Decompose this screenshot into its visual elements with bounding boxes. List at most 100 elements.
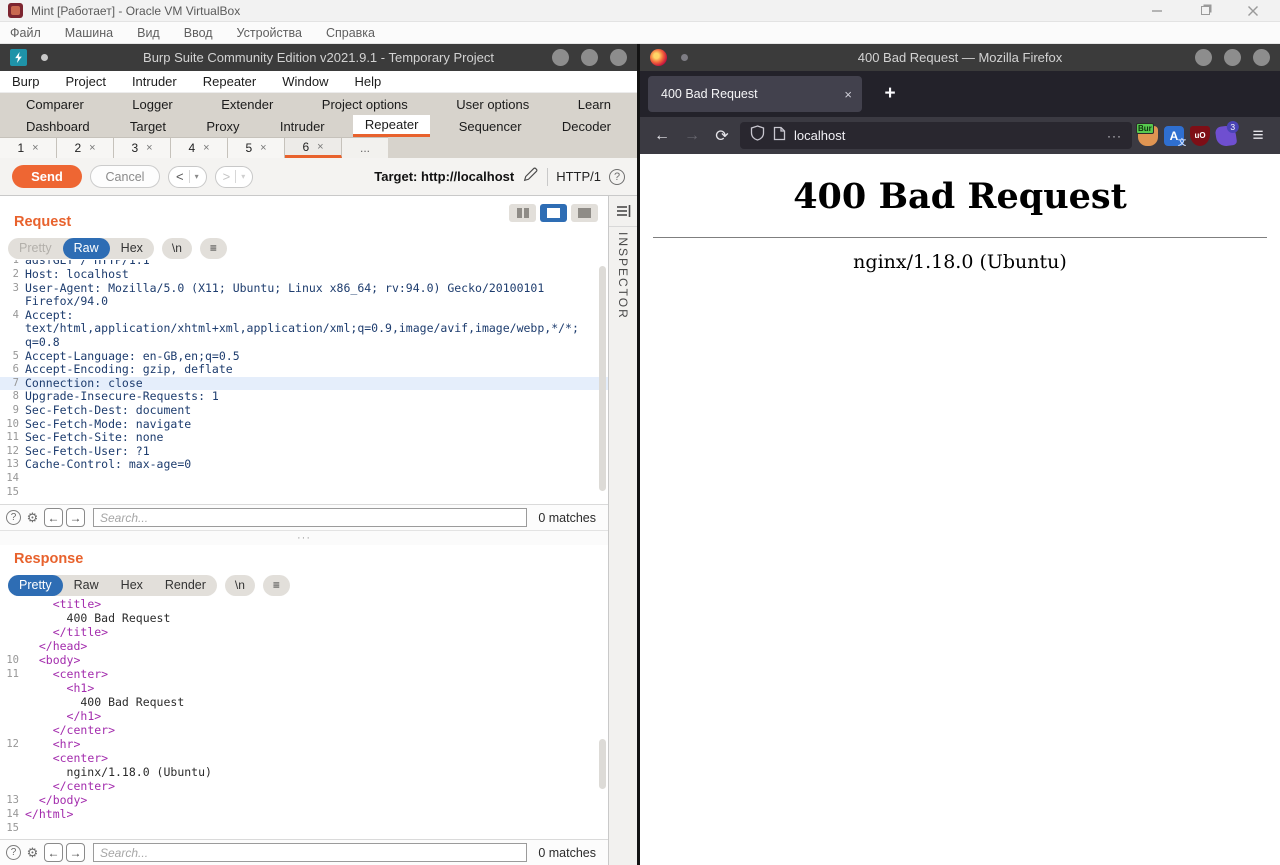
tab-logger[interactable]: Logger [120,93,184,115]
help-icon[interactable]: ? [609,169,625,185]
request-tab-raw[interactable]: Raw [63,238,110,259]
vb-menu-Машина[interactable]: Машина [65,26,113,40]
tab-comparer[interactable]: Comparer [14,93,96,115]
request-search-input[interactable] [93,508,527,527]
newline-toggle-button[interactable]: \n [162,238,192,259]
search-next-button[interactable]: → [66,508,85,527]
inspector-collapse-icon[interactable] [616,204,631,218]
tab-intruder[interactable]: Intruder [268,115,337,137]
tab-learn[interactable]: Learn [566,93,623,115]
newline-toggle-button[interactable]: \n [225,575,255,596]
tab-close-icon[interactable]: × [203,142,209,154]
ublock-extension-icon[interactable]: uO [1190,126,1210,146]
layout-single-icon[interactable] [571,204,598,222]
tab-dashboard[interactable]: Dashboard [14,115,102,137]
response-search-input[interactable] [93,843,527,862]
forward-icon[interactable]: → [680,124,704,148]
tab-decoder[interactable]: Decoder [550,115,623,137]
edit-target-pencil-icon[interactable] [522,166,539,188]
url-bar[interactable]: localhost ··· [740,122,1132,149]
search-settings-gear-icon[interactable]: ⚙ [24,509,41,526]
tab-extender[interactable]: Extender [209,93,285,115]
layout-rows-icon[interactable] [540,204,567,222]
search-prev-button[interactable]: ← [44,508,63,527]
close-icon[interactable] [1246,4,1260,18]
burp-menu-window[interactable]: Window [282,74,328,89]
chevron-down-icon[interactable]: ▾ [195,172,199,181]
vb-menu-Файл[interactable]: Файл [10,26,41,40]
repeater-overflow-tab[interactable]: ... [342,137,388,158]
forward-history-button[interactable]: >▾ [215,166,254,188]
vb-menu-Справка[interactable]: Справка [326,26,375,40]
response-editor[interactable]: <title> 400 Bad Request </title> </head>… [0,597,608,839]
repeater-tab-5[interactable]: 5× [228,137,285,158]
page-actions-more-icon[interactable]: ··· [1107,129,1122,143]
vb-menu-Устройства[interactable]: Устройства [237,26,302,40]
repeater-tab-6[interactable]: 6× [285,137,342,158]
vb-menu-Ввод[interactable]: Ввод [184,26,213,40]
search-help-icon[interactable]: ? [6,510,21,525]
tab-user-options[interactable]: User options [444,93,541,115]
request-tab-hex[interactable]: Hex [110,238,154,259]
firefox-titlebar[interactable]: 400 Bad Request — Mozilla Firefox [640,44,1280,71]
tab-sequencer[interactable]: Sequencer [447,115,534,137]
maximize-button[interactable] [581,49,598,66]
search-help-icon[interactable]: ? [6,845,21,860]
panel-splitter-handle[interactable]: ··· [0,530,608,545]
inspector-sidebar[interactable]: INSPECTOR [608,196,637,865]
foxyproxy-extension-icon[interactable]: Bur [1138,126,1158,146]
burp-menu-project[interactable]: Project [65,74,105,89]
back-icon[interactable]: ← [650,124,674,148]
send-button[interactable]: Send [12,165,82,188]
request-editor[interactable]: 1adsfGET / HTTP/1.12Host: localhost3User… [0,260,608,504]
burp-titlebar[interactable]: Burp Suite Community Edition v2021.9.1 -… [0,44,637,71]
chevron-down-icon[interactable]: ▾ [241,172,245,181]
close-button[interactable] [610,49,627,66]
burp-menu-burp[interactable]: Burp [12,74,39,89]
burp-menu-help[interactable]: Help [354,74,381,89]
restore-icon[interactable] [1198,4,1212,18]
response-tab-render[interactable]: Render [154,575,217,596]
request-scrollbar[interactable] [599,266,606,491]
back-history-button[interactable]: <▾ [168,166,207,188]
page-info-icon[interactable] [773,126,786,146]
search-next-button[interactable]: → [66,843,85,862]
search-prev-button[interactable]: ← [44,843,63,862]
minimize-button[interactable] [552,49,569,66]
tab-repeater[interactable]: Repeater [353,115,430,137]
http-version-toggle[interactable]: HTTP/1 [556,169,601,184]
editor-menu-button[interactable]: ≡ [263,575,290,596]
tab-proxy[interactable]: Proxy [194,115,251,137]
vb-menu-Вид[interactable]: Вид [137,26,160,40]
response-tab-hex[interactable]: Hex [110,575,154,596]
response-scrollbar[interactable] [599,739,606,789]
repeater-tab-2[interactable]: 2× [57,137,114,158]
minimize-icon[interactable] [1150,4,1164,18]
repeater-tab-4[interactable]: 4× [171,137,228,158]
tab-target[interactable]: Target [118,115,178,137]
reload-icon[interactable]: ⟳ [710,124,734,148]
tab-close-icon[interactable]: × [32,142,38,154]
menu-hamburger-icon[interactable]: ≡ [1246,124,1270,148]
tab-project-options[interactable]: Project options [310,93,420,115]
close-button[interactable] [1253,49,1270,66]
search-settings-gear-icon[interactable]: ⚙ [24,844,41,861]
maximize-button[interactable] [1224,49,1241,66]
repeater-tab-3[interactable]: 3× [114,137,171,158]
tab-close-icon[interactable]: × [146,142,152,154]
tab-close-icon[interactable]: × [317,141,323,153]
purple-extension-icon[interactable]: 3 [1215,124,1238,147]
repeater-tab-1[interactable]: 1× [0,137,57,158]
cancel-button[interactable]: Cancel [90,165,160,188]
response-tab-pretty[interactable]: Pretty [8,575,63,596]
editor-menu-button[interactable]: ≡ [200,238,227,259]
layout-columns-icon[interactable] [509,204,536,222]
minimize-button[interactable] [1195,49,1212,66]
burp-menu-intruder[interactable]: Intruder [132,74,177,89]
tab-close-icon[interactable]: × [844,87,852,102]
tab-close-icon[interactable]: × [89,142,95,154]
browser-tab[interactable]: 400 Bad Request × [648,76,862,112]
new-tab-button[interactable]: + [878,82,902,106]
response-tab-raw[interactable]: Raw [63,575,110,596]
tab-close-icon[interactable]: × [260,142,266,154]
